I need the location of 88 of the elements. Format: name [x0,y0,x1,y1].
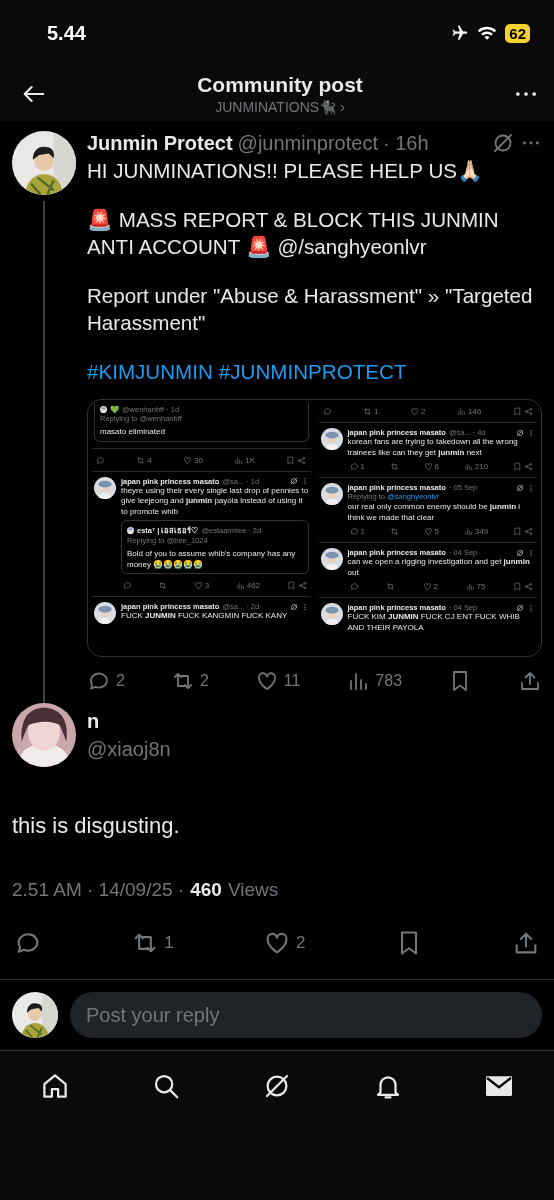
repost-icon[interactable] [389,527,399,536]
like-count: 11 [283,672,301,690]
like-icon[interactable] [183,455,193,465]
view-count: 75 [476,582,486,591]
tweet-text: FUCK JUNMIN FUCK KANGMIN FUCK KANY [121,611,289,622]
like-count: 30 [194,455,203,465]
community-name[interactable]: JUNMINATIONS🐈‍⬛ [215,98,337,115]
tweet-text: can we open a rigging investigation and get junmin out [347,557,531,578]
share-icon[interactable] [523,407,533,416]
like-icon[interactable] [423,527,433,536]
like-count: 6 [434,462,439,471]
repost-count: 1 [164,933,174,953]
author-name[interactable]: Junmin Protect [87,131,233,155]
reply-count: 2 [116,672,125,690]
chevron-icon: › [340,98,345,115]
reply-icon[interactable] [123,581,132,590]
share-icon[interactable] [523,527,533,536]
reply-count: 1 [360,527,365,536]
views-label: Views [227,879,279,901]
repost-count: 1 [374,407,379,416]
like-count: 5 [434,527,439,536]
like-icon[interactable] [193,581,203,590]
bookmark-icon[interactable] [512,462,522,471]
tweet-text: korean fans are trying to takedown all the wrong trainees like can they get junmin next [347,437,519,458]
repost-icon[interactable] [158,581,168,590]
reply-icon[interactable] [96,455,105,465]
like-icon[interactable] [410,407,420,416]
author-handle[interactable]: @xiaoj8n [87,737,171,761]
quoted-text: Bold of you to assume whib's company has any money 😭😭😭😭😭 [127,549,297,570]
post-text: HI JUNMINATIONS!! PLEASE HELP US🙏🏻 [87,158,484,184]
view-count: 349 [474,527,489,536]
reply-count: 1 [360,462,365,471]
quoted-text: masato eliminated [100,427,166,438]
repost-icon[interactable] [386,582,396,591]
view-count: 462 [246,581,261,590]
share-icon[interactable] [524,582,533,591]
views-icon[interactable] [465,582,475,591]
like-count: 2 [296,933,306,953]
wifi-icon [477,25,498,41]
post-text: 🚨 MASS REPORT & BLOCK THIS JUNMIN ANTI ACCOUNT 🚨 @/sanghyeonlvr [87,207,500,260]
bookmark-icon[interactable] [286,581,296,590]
post-timestamp: 2.51 AM · 14/09/25 · [12,879,185,901]
reply-icon[interactable] [349,582,359,591]
view-count: 146 [468,407,482,416]
embedded-screenshot[interactable] [87,399,542,657]
reply-field[interactable]: Post your reply [70,992,542,1038]
share-icon[interactable] [297,581,307,590]
tweet-text: theyre using their every single last drop of pennies to give leejeong and junmin payola instead of using it to promote whib [121,485,309,517]
repost-icon[interactable] [389,462,399,471]
reply-icon[interactable] [349,527,359,536]
author-name[interactable]: n [87,709,171,733]
hashtag-link[interactable]: #JUNMINPROTECT [218,358,407,385]
bookmark-icon[interactable] [286,455,296,465]
views-icon[interactable] [463,527,473,536]
views-icon[interactable] [235,581,245,590]
views-icon[interactable] [234,455,244,465]
status-time: 5.44 [47,21,86,45]
view-count: 783 [375,672,403,690]
view-count: 1K [245,455,256,465]
view-count: 210 [474,462,489,471]
post-time: · 16h [382,131,429,155]
reply-icon[interactable] [322,407,332,416]
like-count: 3 [204,581,210,590]
views-icon[interactable] [457,407,467,416]
bookmark-icon[interactable] [512,527,522,536]
battery-level: 62 [505,23,530,43]
like-icon[interactable] [423,462,433,471]
repost-count: 2 [199,672,209,690]
page-title: Community post [197,72,363,97]
share-icon[interactable] [297,455,307,465]
repost-count: 4 [147,455,152,465]
like-count: 2 [421,407,426,416]
share-icon[interactable] [523,462,533,471]
tweet-text: FUCK KIM JUNMIN FUCK CJ ENT FUCK WHIB AND THEIR PAYOLA [347,612,521,633]
bookmark-icon[interactable] [512,407,522,416]
repost-icon[interactable] [136,455,146,465]
post-text: Report under "Abuse & Harassment" » "Targeted Harassment" [87,283,534,336]
reply-text: this is disgusting. [12,813,181,839]
tweet-text: our real only common enemy should be junmin i think we made that clear [347,502,521,523]
bookmark-icon[interactable] [513,582,522,591]
view-count: 460 [190,879,222,901]
reply-icon[interactable] [349,462,359,471]
hashtag-link[interactable]: #KIMJUNMIN [87,358,213,385]
like-count: 2 [433,582,438,591]
like-icon[interactable] [422,582,432,591]
repost-icon[interactable] [363,407,373,416]
author-handle[interactable]: @junminprotect [237,131,378,155]
views-icon[interactable] [463,462,473,471]
